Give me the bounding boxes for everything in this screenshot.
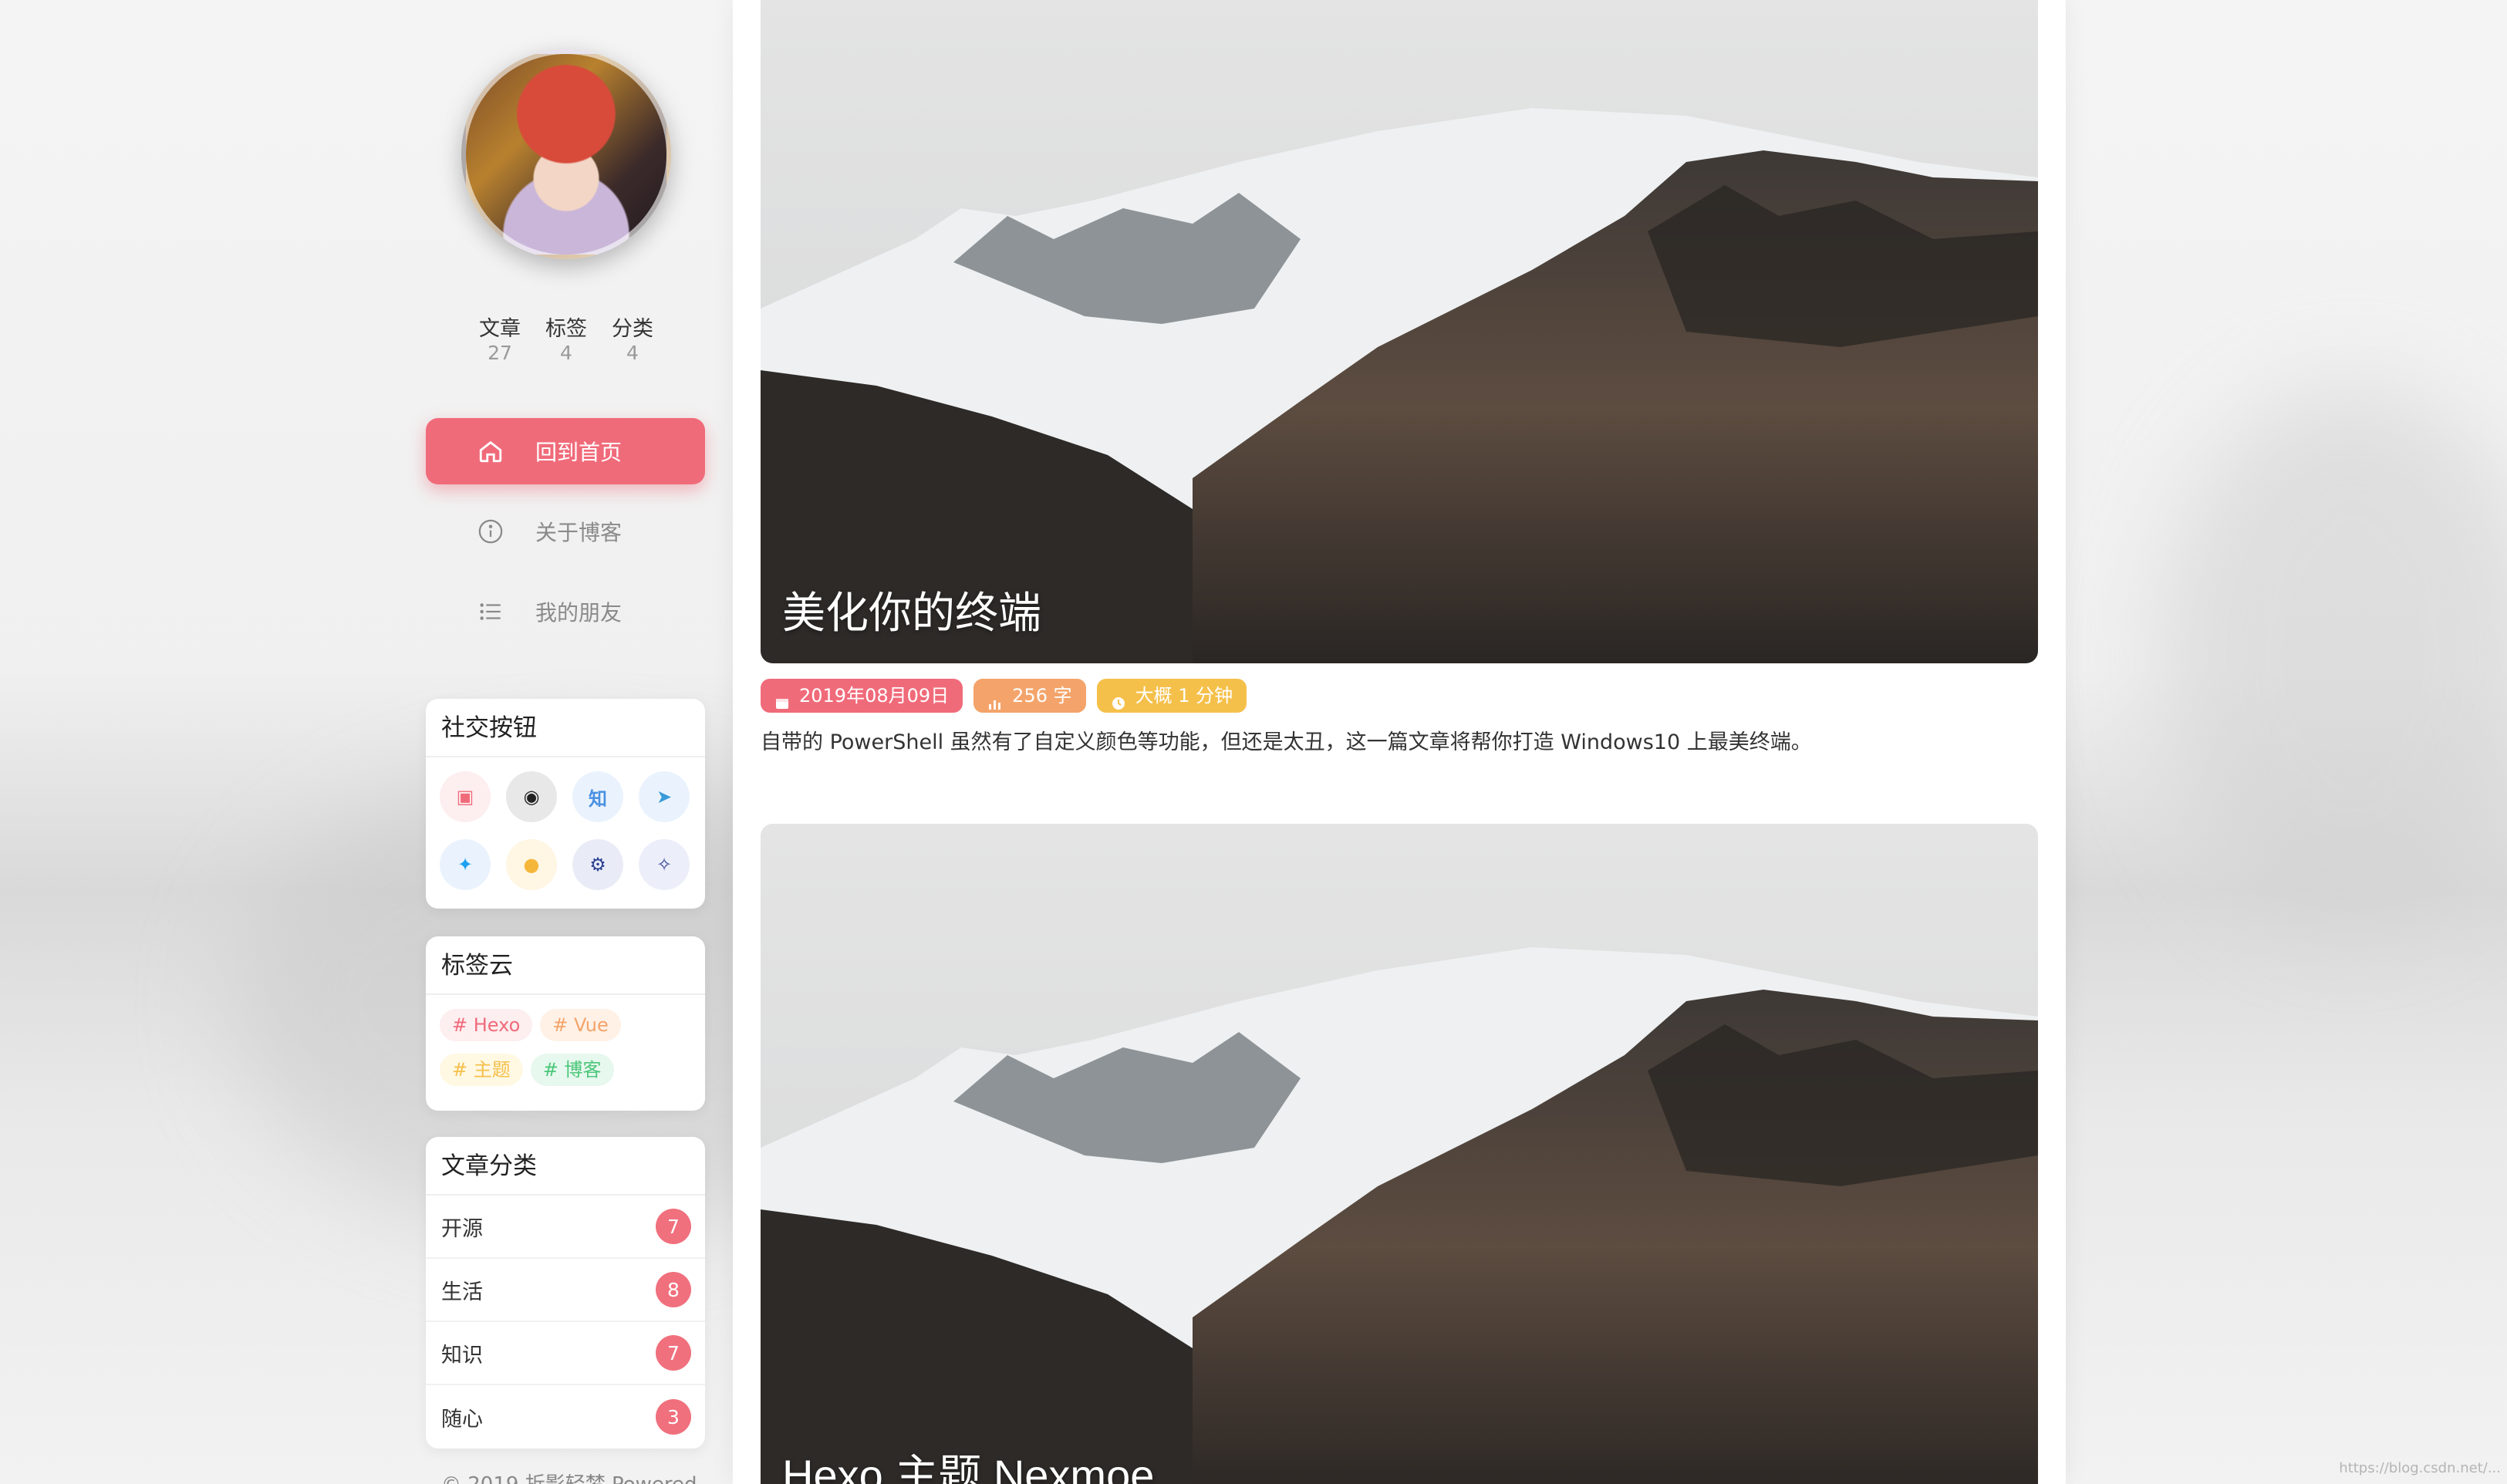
stat-value: 4	[560, 342, 572, 364]
stat-label: 标签	[545, 317, 587, 341]
stat-label: 文章	[479, 317, 521, 341]
post-title[interactable]: 美化你的终端	[782, 578, 1041, 641]
post-list: 美化你的终端 2019年08月09日 256 字 大概 1 分钟 自带的 Pow…	[733, 0, 2066, 1484]
tagcloud-title: 标签云	[426, 936, 705, 995]
category-count-badge: 3	[656, 1399, 691, 1435]
twitter-icon: ✦	[457, 854, 474, 875]
bilibili-icon: ▣	[456, 786, 474, 808]
steam-button[interactable]: ⚙	[572, 839, 623, 890]
page: 文章 27 标签 4 分类 4 回到首页 关于博客 我的朋友 社交按钮 ▣ ◉ …	[0, 0, 2507, 1484]
nav-item-home[interactable]: 回到首页	[426, 418, 705, 484]
info-icon	[477, 518, 504, 545]
category-row[interactable]: 开源 7	[426, 1196, 705, 1259]
watermark-text: https://blog.csdn.net/...	[2339, 1460, 2501, 1476]
mountain-image	[761, 0, 2038, 663]
zhihu-button[interactable]: 知	[572, 771, 623, 822]
nav-label: 关于博客	[535, 520, 623, 545]
social-grid: ▣ ◉ 知 ➤ ✦ ● ⚙ ✧	[426, 757, 705, 890]
stat-articles[interactable]: 文章 27	[469, 316, 531, 364]
stat-value: 27	[488, 342, 512, 364]
github-icon: ◉	[523, 786, 540, 808]
stat-value: 4	[626, 342, 639, 364]
category-list: 开源 7 生活 8 知识 7 随心 3	[426, 1196, 705, 1449]
wordcount-badge: 256 字	[973, 679, 1086, 713]
readtime-badge: 大概 1 分钟	[1096, 679, 1247, 713]
calendar-icon	[774, 688, 790, 709]
category-row[interactable]: 知识 7	[426, 1322, 705, 1385]
bilibili-button[interactable]: ▣	[440, 771, 491, 822]
category-name: 随心	[441, 1407, 483, 1432]
category-row[interactable]: 随心 3	[426, 1385, 705, 1449]
post-cover-image[interactable]: 美化你的终端	[761, 0, 2038, 663]
category-row[interactable]: 生活 8	[426, 1259, 705, 1322]
social-card-title: 社交按钮	[426, 699, 705, 757]
avatar[interactable]	[461, 49, 671, 259]
github-button[interactable]: ◉	[506, 771, 557, 822]
nav-item-about[interactable]: 关于博客	[426, 498, 705, 565]
zhihu-icon: 知	[589, 788, 607, 810]
stat-tags[interactable]: 标签 4	[535, 316, 597, 364]
footer-text: © 2019 折影轻梦 Powered	[441, 1469, 697, 1484]
category-name: 开源	[441, 1216, 483, 1241]
date-text: 2019年08月09日	[799, 685, 950, 707]
categories-card: 文章分类 开源 7 生活 8 知识 7 随心 3	[426, 1137, 705, 1449]
post-cover-image[interactable]: Hexo 主题 Nexmoe	[761, 824, 2038, 1484]
qq-button[interactable]: ●	[506, 839, 557, 890]
tag-chip[interactable]: # Vue	[540, 1009, 621, 1041]
rss-icon: ✧	[656, 854, 673, 875]
social-card: 社交按钮 ▣ ◉ 知 ➤ ✦ ● ⚙ ✧	[426, 699, 705, 909]
stat-label: 分类	[612, 317, 653, 341]
telegram-button[interactable]: ➤	[639, 771, 690, 822]
telegram-icon: ➤	[656, 786, 673, 808]
tag-chip[interactable]: # 博客	[530, 1054, 614, 1086]
date-badge: 2019年08月09日	[761, 679, 963, 713]
twitter-button[interactable]: ✦	[440, 839, 491, 890]
categories-title: 文章分类	[426, 1137, 705, 1196]
clock-icon	[1111, 688, 1126, 710]
category-count-badge: 7	[656, 1335, 691, 1371]
qq-icon: ●	[523, 854, 540, 875]
nav-label: 回到首页	[535, 440, 623, 465]
stats: 文章 27 标签 4 分类 4	[461, 316, 671, 364]
post-title[interactable]: Hexo 主题 Nexmoe	[782, 1441, 1154, 1484]
category-name: 生活	[441, 1280, 483, 1304]
stat-categories[interactable]: 分类 4	[602, 316, 663, 364]
nav-item-friends[interactable]: 我的朋友	[426, 578, 705, 645]
category-name: 知识	[441, 1343, 483, 1368]
tag-chip[interactable]: # Hexo	[440, 1009, 533, 1041]
nav-label: 我的朋友	[535, 600, 623, 626]
post-meta: 2019年08月09日 256 字 大概 1 分钟	[761, 679, 1247, 713]
home-icon	[477, 437, 504, 465]
readtime-text: 大概 1 分钟	[1135, 685, 1233, 707]
sidebar-nav: 回到首页 关于博客 我的朋友	[426, 418, 705, 659]
rss-button[interactable]: ✧	[639, 839, 690, 890]
category-count-badge: 7	[656, 1209, 691, 1244]
post-excerpt: 自带的 PowerShell 虽然有了自定义颜色等功能，但还是太丑，这一篇文章将…	[761, 730, 1812, 754]
wordcount-text: 256 字	[1012, 685, 1072, 707]
tag-list: # Hexo # Vue # 主题 # 博客	[426, 995, 705, 1086]
sidebar: 文章 27 标签 4 分类 4 回到首页 关于博客 我的朋友 社交按钮 ▣ ◉ …	[426, 0, 705, 1484]
category-count-badge: 8	[656, 1272, 691, 1307]
tag-chip[interactable]: # 主题	[440, 1054, 523, 1086]
list-icon	[477, 598, 504, 626]
chart-icon	[987, 688, 1003, 710]
steam-icon: ⚙	[589, 854, 606, 875]
mountain-image	[761, 824, 2038, 1484]
tagcloud-card: 标签云 # Hexo # Vue # 主题 # 博客	[426, 936, 705, 1111]
